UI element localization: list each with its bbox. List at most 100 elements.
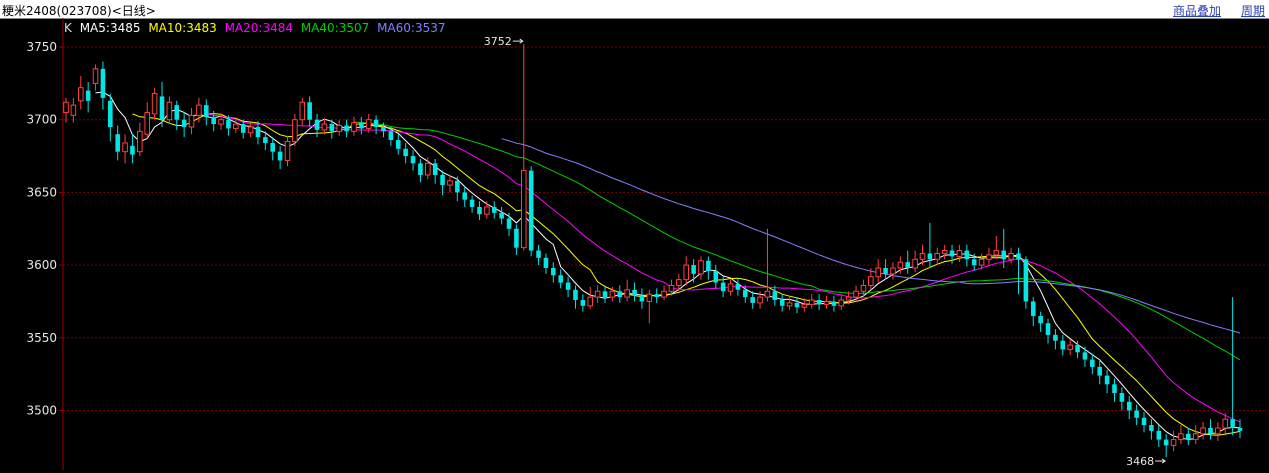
candle-body (1016, 253, 1021, 260)
candle-body (912, 258, 918, 269)
candle-body (1075, 345, 1080, 353)
candle-body (978, 258, 985, 266)
candle-body (85, 90, 91, 101)
candle-body (528, 170, 534, 251)
candle-body (1200, 427, 1206, 435)
candle-body (108, 100, 113, 127)
candle-body (418, 163, 423, 175)
candle-body (683, 264, 690, 281)
candle-body (1060, 340, 1066, 350)
candle-body (1030, 301, 1036, 316)
candle-body (772, 291, 778, 300)
candle-body (573, 289, 578, 300)
candle-body (897, 261, 904, 269)
candle-body (181, 119, 187, 127)
ma60-line (501, 138, 1241, 334)
candle-body (831, 301, 837, 306)
candle-body (440, 174, 445, 186)
candle-body (698, 260, 704, 275)
candle-body (956, 250, 963, 257)
candle-body (447, 180, 453, 186)
candle-body (1053, 334, 1058, 341)
candle-body (1090, 359, 1095, 367)
candle-body (166, 101, 173, 121)
y-tick-label: 3600 (26, 258, 57, 272)
candle-body (1097, 366, 1102, 376)
candle-body (255, 126, 261, 138)
candle-body (425, 162, 431, 176)
candle-body (905, 262, 911, 269)
candle-body (365, 119, 372, 129)
candle-body (986, 254, 992, 260)
candle-body (860, 284, 867, 292)
candle-body (499, 212, 504, 219)
candle-body (174, 105, 180, 120)
candle-body (941, 250, 948, 254)
ma40-line (353, 121, 1241, 361)
candle-body (1178, 433, 1184, 441)
candle-body (1001, 250, 1007, 260)
y-tick-label: 3750 (26, 40, 57, 54)
candle-body (993, 250, 1000, 256)
candle-body (743, 289, 748, 298)
candle-body (757, 296, 763, 304)
candle-body (845, 296, 852, 301)
candle-body (580, 299, 586, 306)
candle-body (661, 290, 667, 298)
candle-body (211, 116, 216, 125)
candle-body (735, 284, 741, 290)
candle-body (691, 265, 696, 274)
candle-body (520, 170, 527, 249)
candle-body (609, 290, 616, 298)
candle-body (188, 114, 195, 128)
moving-average-lines (95, 91, 1241, 441)
candle-body (159, 96, 165, 120)
candlestick-chart[interactable]: 3750 3700 3650 3600 3550 3500 3752 3468 (0, 0, 1269, 473)
candle-body (1163, 439, 1169, 446)
candle-body (883, 268, 888, 274)
candle-body (151, 93, 158, 115)
candle-body (70, 104, 77, 116)
candle-body (823, 300, 830, 305)
candle-body (868, 276, 874, 286)
low-price-label: 3468 (1126, 455, 1154, 468)
candle-body (594, 290, 601, 298)
candle-body (469, 199, 475, 207)
candle-body (432, 163, 438, 175)
candle-body (381, 126, 386, 132)
candle-body (92, 68, 99, 84)
candle-body (115, 134, 120, 152)
candle-body (565, 282, 571, 290)
y-tick-label: 3700 (26, 113, 57, 127)
y-axis: 3750 3700 3650 3600 3550 3500 (26, 40, 57, 418)
candle-body (779, 299, 785, 306)
candle-body (639, 295, 645, 302)
candle-body (1023, 259, 1029, 302)
candle-body (646, 293, 653, 302)
candle-body (263, 137, 268, 143)
candle-body (875, 267, 881, 278)
candle-body (816, 299, 822, 305)
candle-body (514, 228, 519, 248)
candle-body (1038, 315, 1043, 324)
candle-body (1156, 430, 1162, 440)
candle-body (491, 206, 497, 213)
candle-body (270, 142, 276, 152)
candle-body (1230, 419, 1235, 428)
candle-body (144, 111, 151, 135)
candle-body (808, 299, 815, 305)
candle-body (388, 131, 394, 141)
candle-body (344, 125, 349, 132)
candle-body (786, 302, 793, 307)
candle-body (218, 119, 224, 125)
candle-body (838, 299, 845, 307)
candle-body (794, 302, 800, 308)
candle-body (551, 268, 556, 276)
candle-body (373, 119, 379, 127)
candle-body (720, 282, 726, 292)
candle-body (314, 119, 320, 130)
candle-body (299, 101, 306, 121)
candle-body (351, 122, 357, 132)
candle-body (964, 250, 970, 260)
candle-body (624, 289, 630, 298)
